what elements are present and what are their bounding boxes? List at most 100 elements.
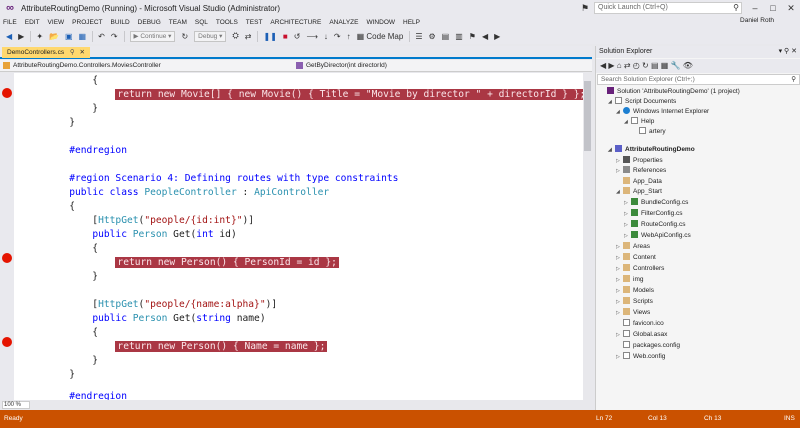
expander-icon[interactable]: ▷ (616, 297, 623, 307)
code-editor[interactable]: { return new Movie[] { new Movie() { Tit… (0, 73, 592, 400)
expander-icon[interactable]: ▷ (616, 253, 623, 263)
menu-project[interactable]: PROJECT (72, 19, 102, 26)
expander-icon[interactable]: ◢ (616, 187, 623, 197)
tree-item-img[interactable]: ▷ img (616, 275, 643, 285)
sync-icon[interactable]: ⇄ (624, 61, 631, 70)
browser-link-icon[interactable]: ⇄ (245, 32, 252, 41)
attach-icon[interactable]: ⛭ (232, 31, 238, 41)
refresh-icon[interactable]: ↻ (642, 61, 649, 70)
collapse-all-icon[interactable]: ▤ (651, 61, 659, 70)
horizontal-scrollbar[interactable]: 100 % (0, 400, 592, 410)
tree-item-filterconfig[interactable]: ▷ FilterConfig.cs (624, 209, 683, 219)
menu-test[interactable]: TEST (246, 19, 263, 26)
tree-item-scripts[interactable]: ▷ Scripts (616, 297, 653, 307)
signed-in-user[interactable]: Daniel Roth (740, 17, 774, 24)
new-project-icon[interactable]: ✦ (36, 32, 43, 41)
tree-item-solution[interactable]: Solution 'AttributeRoutingDemo' (1 proje… (600, 87, 740, 97)
restart-icon[interactable]: ↻ (181, 32, 188, 41)
menu-file[interactable]: FILE (3, 19, 17, 26)
menu-analyze[interactable]: ANALYZE (329, 19, 358, 26)
expander-icon[interactable]: ▷ (624, 231, 631, 241)
preview-icon[interactable]: 👁 (683, 61, 693, 70)
menu-edit[interactable]: EDIT (25, 19, 40, 26)
save-all-icon[interactable]: ▦ (79, 32, 87, 41)
forward-icon[interactable]: ▶ (18, 32, 24, 41)
tree-item-favicon[interactable]: favicon.ico (616, 319, 664, 329)
tree-item-global-asax[interactable]: ▷ Global.asax (616, 330, 667, 340)
show-next-statement-icon[interactable]: ⟶ (306, 32, 317, 41)
forward-icon[interactable]: ▶ (608, 61, 614, 70)
tree-item-web-config[interactable]: ▷ Web.config (616, 352, 665, 362)
expander-icon[interactable]: ▷ (624, 198, 631, 208)
prev-bookmark-icon[interactable]: ◀ (482, 32, 488, 41)
notification-flag-icon[interactable]: ⚑ (576, 1, 594, 15)
tree-item-controllers[interactable]: ▷ Controllers (616, 264, 664, 274)
menu-window[interactable]: WINDOW (366, 19, 395, 26)
threads-icon[interactable]: ⚙ (428, 32, 435, 41)
expander-icon[interactable]: ▷ (616, 352, 623, 362)
open-file-icon[interactable]: 📂 (49, 32, 59, 41)
expander-icon[interactable]: ▷ (616, 275, 623, 285)
menu-sql[interactable]: SQL (195, 19, 208, 26)
step-out-icon[interactable]: ↑ (347, 32, 351, 41)
close-button[interactable]: ✕ (782, 1, 800, 15)
zoom-dropdown[interactable]: 100 % (2, 401, 30, 409)
tree-item-packages-config[interactable]: packages.config (616, 341, 680, 351)
home-icon[interactable]: ⌂ (617, 61, 622, 70)
properties-icon[interactable]: 🔧 (671, 61, 681, 70)
expander-icon[interactable]: ▷ (616, 156, 623, 166)
expander-icon[interactable]: ▷ (616, 166, 623, 176)
tree-item-internet-explorer[interactable]: ◢ Windows Internet Explorer (616, 107, 709, 117)
breakpoint-icon[interactable] (2, 88, 12, 98)
pending-changes-icon[interactable]: ◴ (633, 61, 640, 70)
back-icon[interactable]: ◀ (6, 32, 12, 41)
tree-item-models[interactable]: ▷ Models (616, 286, 654, 296)
tree-item-artery[interactable]: artery (632, 127, 666, 137)
breakpoint-icon[interactable] (2, 337, 12, 347)
close-panel-icon[interactable]: ✕ (791, 48, 797, 55)
solution-config-dropdown[interactable]: Debug ▾ (194, 30, 227, 42)
redo-icon[interactable]: ↷ (111, 32, 118, 41)
tree-item-views[interactable]: ▷ Views (616, 308, 650, 318)
continue-button[interactable]: ▶ Continue ▾ (129, 30, 176, 42)
expander-icon[interactable]: ▷ (616, 308, 623, 318)
menu-team[interactable]: TEAM (169, 19, 187, 26)
show-all-files-icon[interactable]: ▦ (661, 61, 669, 70)
menu-debug[interactable]: DEBUG (138, 19, 161, 26)
tab-democontrollers[interactable]: DemoControllers.cs ⚲ ✕ (2, 47, 90, 58)
menu-build[interactable]: BUILD (111, 19, 130, 26)
breakpoint-icon[interactable] (2, 253, 12, 263)
expander-icon[interactable]: ◢ (608, 145, 615, 155)
maximize-button[interactable]: □ (764, 1, 782, 15)
tree-item-app-start[interactable]: ◢ App_Start (616, 187, 662, 197)
tree-item-properties[interactable]: ▷ Properties (616, 156, 663, 166)
hex-display-icon[interactable]: ☰ (415, 32, 422, 41)
expander-icon[interactable]: ▷ (616, 242, 623, 252)
tree-item-app-data[interactable]: App_Data (616, 177, 662, 187)
type-dropdown[interactable]: AttributeRoutingDemo.Controllers.MoviesC… (3, 61, 293, 71)
expander-icon[interactable]: ◢ (608, 97, 615, 107)
stop-icon[interactable]: ■ (283, 32, 288, 41)
step-into-icon[interactable]: ↓ (324, 32, 328, 41)
vertical-scrollbar[interactable] (583, 73, 592, 400)
tree-item-webapiconfig[interactable]: ▷ WebApiConfig.cs (624, 231, 691, 241)
save-icon[interactable]: ▣ (65, 32, 73, 41)
comment-icon[interactable]: ▤ (442, 32, 450, 41)
tree-item-references[interactable]: ▷ References (616, 166, 666, 176)
pin-icon[interactable]: ⚲ (784, 48, 789, 55)
tree-item-routeconfig[interactable]: ▷ RouteConfig.cs (624, 220, 685, 230)
code-map-icon[interactable]: ▦ Code Map (357, 32, 404, 41)
step-over-icon[interactable]: ↷ (334, 32, 341, 41)
tree-item-areas[interactable]: ▷ Areas (616, 242, 650, 252)
expander-icon[interactable]: ◢ (624, 117, 631, 127)
menu-help[interactable]: HELP (403, 19, 420, 26)
expander-icon[interactable]: ▷ (624, 220, 631, 230)
menu-view[interactable]: VIEW (48, 19, 65, 26)
dropdown-icon[interactable]: ▾ (779, 48, 783, 55)
scrollbar-thumb[interactable] (584, 81, 591, 151)
tree-item-script-documents[interactable]: ◢ Script Documents (608, 97, 676, 107)
expander-icon[interactable]: ◢ (616, 107, 623, 117)
bookmark-icon[interactable]: ⚑ (469, 32, 476, 41)
solution-explorer-search-input[interactable]: Search Solution Explorer (Ctrl+;) ⚲ (597, 74, 800, 85)
uncomment-icon[interactable]: ▥ (455, 32, 463, 41)
